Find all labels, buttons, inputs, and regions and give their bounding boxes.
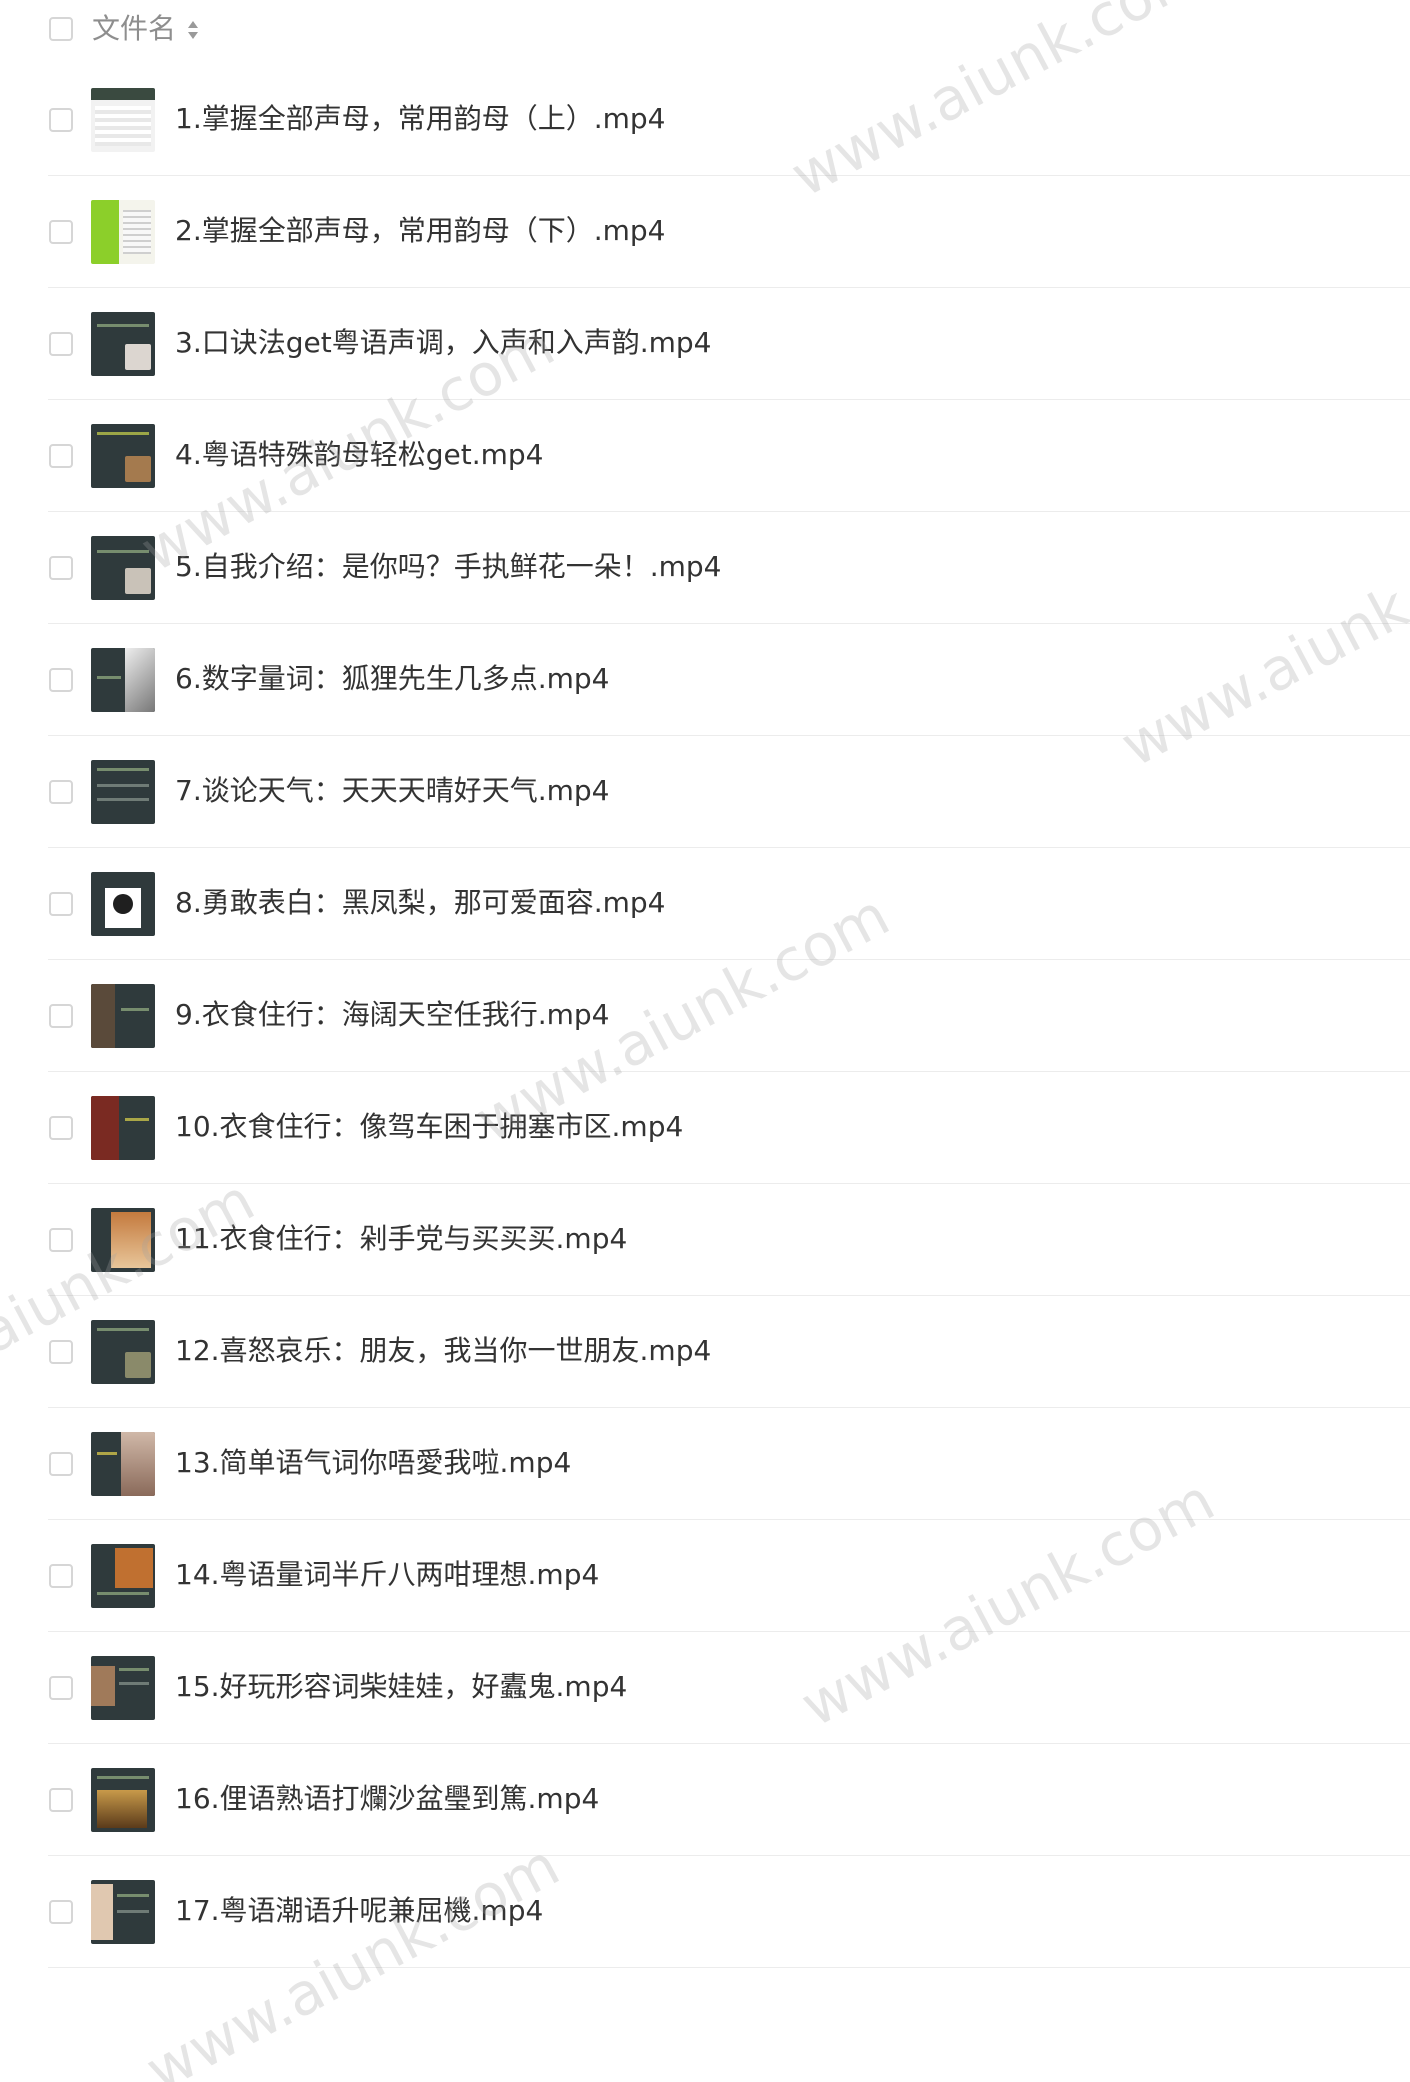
file-row[interactable]: 16.俚语熟语打爛沙盆璺到篤.mp4 <box>48 1744 1410 1856</box>
file-row[interactable]: 15.好玩形容词柴娃娃，好蠹鬼.mp4 <box>48 1632 1410 1744</box>
column-header-filename[interactable]: 文件名 <box>92 10 176 48</box>
row-checkbox[interactable] <box>49 1228 73 1252</box>
video-thumbnail-icon[interactable] <box>91 1768 155 1832</box>
file-name[interactable]: 4.粤语特殊韵母轻松get.mp4 <box>175 434 543 476</box>
row-checkbox[interactable] <box>49 1116 73 1140</box>
file-row[interactable]: 17.粤语潮语升呢兼屈機.mp4 <box>48 1856 1410 1968</box>
file-name[interactable]: 8.勇敢表白：黑凤梨，那可爱面容.mp4 <box>175 882 665 924</box>
video-thumbnail-icon[interactable] <box>91 1656 155 1720</box>
video-thumbnail-icon[interactable] <box>91 1320 155 1384</box>
file-row[interactable]: 5.自我介绍：是你吗？手执鲜花一朵！.mp4 <box>48 512 1410 624</box>
video-thumbnail-icon[interactable] <box>91 1432 155 1496</box>
file-name[interactable]: 2.掌握全部声母，常用韵母（下）.mp4 <box>175 210 665 252</box>
video-thumbnail-icon[interactable] <box>91 88 155 152</box>
row-checkbox[interactable] <box>49 1564 73 1588</box>
file-row[interactable]: 10.衣食住行：像驾车困于拥塞市区.mp4 <box>48 1072 1410 1184</box>
row-checkbox[interactable] <box>49 1900 73 1924</box>
file-name[interactable]: 15.好玩形容词柴娃娃，好蠹鬼.mp4 <box>175 1666 627 1708</box>
video-thumbnail-icon[interactable] <box>91 1208 155 1272</box>
row-checkbox[interactable] <box>49 108 73 132</box>
row-checkbox[interactable] <box>49 668 73 692</box>
video-thumbnail-icon[interactable] <box>91 536 155 600</box>
file-list-page: 文件名 1.掌握全部声母，常用韵母（上）.mp4 2.掌握全部声母，常用韵母（下… <box>0 0 1410 2082</box>
file-name[interactable]: 1.掌握全部声母，常用韵母（上）.mp4 <box>175 98 665 140</box>
row-checkbox[interactable] <box>49 332 73 356</box>
video-thumbnail-icon[interactable] <box>91 312 155 376</box>
file-row[interactable]: 4.粤语特殊韵母轻松get.mp4 <box>48 400 1410 512</box>
file-list: 1.掌握全部声母，常用韵母（上）.mp4 2.掌握全部声母，常用韵母（下）.mp… <box>0 64 1410 1968</box>
file-row[interactable]: 14.粤语量词半斤八两咁理想.mp4 <box>48 1520 1410 1632</box>
file-row[interactable]: 6.数字量词：狐狸先生几多点.mp4 <box>48 624 1410 736</box>
file-name[interactable]: 9.衣食住行：海阔天空任我行.mp4 <box>175 994 609 1036</box>
file-name[interactable]: 7.谈论天气：天天天晴好天气.mp4 <box>175 770 609 812</box>
file-name[interactable]: 16.俚语熟语打爛沙盆璺到篤.mp4 <box>175 1778 599 1820</box>
list-header: 文件名 <box>0 0 1410 60</box>
row-checkbox[interactable] <box>49 444 73 468</box>
row-checkbox[interactable] <box>49 1788 73 1812</box>
video-thumbnail-icon[interactable] <box>91 872 155 936</box>
sort-icon[interactable] <box>186 18 200 42</box>
video-thumbnail-icon[interactable] <box>91 1544 155 1608</box>
video-thumbnail-icon[interactable] <box>91 1880 155 1944</box>
video-thumbnail-icon[interactable] <box>91 1096 155 1160</box>
row-checkbox[interactable] <box>49 892 73 916</box>
video-thumbnail-icon[interactable] <box>91 200 155 264</box>
video-thumbnail-icon[interactable] <box>91 984 155 1048</box>
row-checkbox[interactable] <box>49 780 73 804</box>
file-row[interactable]: 12.喜怒哀乐：朋友，我当你一世朋友.mp4 <box>48 1296 1410 1408</box>
file-name[interactable]: 10.衣食住行：像驾车困于拥塞市区.mp4 <box>175 1106 683 1148</box>
row-checkbox[interactable] <box>49 220 73 244</box>
row-checkbox[interactable] <box>49 556 73 580</box>
file-name[interactable]: 17.粤语潮语升呢兼屈機.mp4 <box>175 1890 543 1932</box>
file-name[interactable]: 11.衣食住行：剁手党与买买买.mp4 <box>175 1218 627 1260</box>
row-checkbox[interactable] <box>49 1004 73 1028</box>
row-checkbox[interactable] <box>49 1452 73 1476</box>
video-thumbnail-icon[interactable] <box>91 424 155 488</box>
video-thumbnail-icon[interactable] <box>91 648 155 712</box>
row-checkbox[interactable] <box>49 1340 73 1364</box>
file-name[interactable]: 14.粤语量词半斤八两咁理想.mp4 <box>175 1554 599 1596</box>
file-row[interactable]: 3.口诀法get粤语声调，入声和入声韵.mp4 <box>48 288 1410 400</box>
file-row[interactable]: 11.衣食住行：剁手党与买买买.mp4 <box>48 1184 1410 1296</box>
file-name[interactable]: 3.口诀法get粤语声调，入声和入声韵.mp4 <box>175 322 711 364</box>
file-name[interactable]: 12.喜怒哀乐：朋友，我当你一世朋友.mp4 <box>175 1330 711 1372</box>
row-checkbox[interactable] <box>49 1676 73 1700</box>
file-row[interactable]: 8.勇敢表白：黑凤梨，那可爱面容.mp4 <box>48 848 1410 960</box>
file-name[interactable]: 13.简单语气词你唔愛我啦.mp4 <box>175 1442 571 1484</box>
file-name[interactable]: 5.自我介绍：是你吗？手执鲜花一朵！.mp4 <box>175 546 721 588</box>
select-all-checkbox[interactable] <box>49 17 73 41</box>
file-row[interactable]: 7.谈论天气：天天天晴好天气.mp4 <box>48 736 1410 848</box>
file-name[interactable]: 6.数字量词：狐狸先生几多点.mp4 <box>175 658 609 700</box>
file-row[interactable]: 13.简单语气词你唔愛我啦.mp4 <box>48 1408 1410 1520</box>
file-row[interactable]: 1.掌握全部声母，常用韵母（上）.mp4 <box>48 64 1410 176</box>
file-row[interactable]: 9.衣食住行：海阔天空任我行.mp4 <box>48 960 1410 1072</box>
file-row[interactable]: 2.掌握全部声母，常用韵母（下）.mp4 <box>48 176 1410 288</box>
video-thumbnail-icon[interactable] <box>91 760 155 824</box>
